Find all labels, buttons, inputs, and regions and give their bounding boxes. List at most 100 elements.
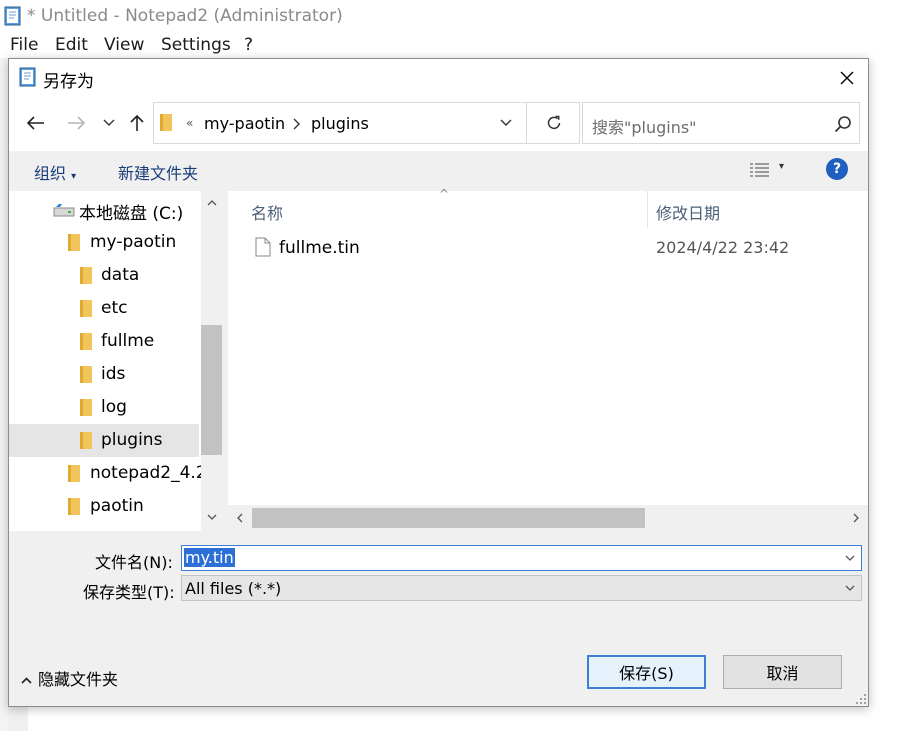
file-icon	[255, 237, 271, 257]
folder-icon	[80, 399, 92, 416]
view-options-button[interactable]: ▾	[749, 161, 793, 181]
save-button[interactable]: 保存(S)	[587, 655, 706, 689]
refresh-button[interactable]	[526, 103, 581, 143]
tree-label: ids	[101, 364, 126, 384]
tree-item-local-disk[interactable]: 本地磁盘 (C:)	[9, 193, 199, 226]
file-list: ^ 名称 修改日期 fullme.tin 2024/4/22 23:42	[228, 187, 868, 531]
menu-help[interactable]: ?	[244, 35, 253, 55]
notepad-titlebar: * Untitled - Notepad2 (Administrator)	[0, 0, 900, 32]
scroll-left-button[interactable]	[232, 509, 248, 527]
tree-label: log	[101, 397, 127, 417]
forward-button[interactable]	[64, 111, 88, 135]
refresh-icon	[547, 115, 561, 130]
help-button[interactable]: ?	[826, 158, 848, 180]
up-button[interactable]	[125, 111, 149, 135]
save-as-dialog: 另存为 « my-paotin plugins 搜索"plugins" 组织 ▾…	[8, 58, 869, 707]
notepad-window-title: * Untitled - Notepad2 (Administrator)	[27, 6, 343, 26]
hide-folders-label: 隐藏文件夹	[38, 670, 119, 689]
navigation-row: « my-paotin plugins 搜索"plugins"	[9, 97, 868, 151]
cancel-button[interactable]: 取消	[723, 655, 842, 689]
filetype-select[interactable]: All files (*.*)	[181, 575, 862, 601]
navigation-tree: 本地磁盘 (C:) my-paotin data etc fullme ids …	[9, 191, 222, 531]
tree-item-notepad2[interactable]: notepad2_4.2.	[9, 457, 212, 490]
dialog-titlebar: 另存为	[9, 59, 868, 97]
chevron-down-icon	[207, 514, 216, 520]
filetype-value: All files (*.*)	[185, 579, 282, 598]
breadcrumb-plugins[interactable]: plugins	[311, 114, 369, 133]
folder-icon	[160, 114, 172, 131]
tree-scrollbar[interactable]	[201, 191, 222, 531]
chevron-down-icon	[845, 585, 855, 591]
resize-grip-icon[interactable]	[855, 693, 867, 705]
menu-edit[interactable]: Edit	[55, 35, 88, 55]
folder-icon	[68, 234, 80, 251]
breadcrumb-my-paotin[interactable]: my-paotin	[204, 114, 285, 133]
filename-input-value[interactable]: my.tin	[184, 548, 235, 567]
close-icon	[840, 71, 854, 85]
tree-item-fullme[interactable]: fullme	[9, 325, 199, 358]
close-button[interactable]	[827, 61, 867, 95]
arrow-up-icon	[130, 114, 144, 131]
notepad-menubar: File Edit View Settings ?	[0, 32, 900, 58]
drive-icon	[53, 204, 75, 217]
address-overflow[interactable]: «	[186, 116, 193, 130]
filename-field[interactable]: my.tin	[181, 545, 862, 571]
menu-file[interactable]: File	[10, 35, 38, 55]
tree-label: fullme	[101, 331, 155, 351]
scroll-down-button[interactable]	[203, 507, 220, 527]
organize-button[interactable]: 组织 ▾	[34, 160, 76, 184]
tree-item-my-paotin[interactable]: my-paotin	[9, 226, 199, 259]
address-dropdown-button[interactable]	[494, 111, 518, 135]
file-name: fullme.tin	[279, 238, 360, 258]
tree-item-ids[interactable]: ids	[9, 358, 199, 391]
tree-label: 本地磁盘 (C:)	[79, 204, 184, 224]
tree-label: etc	[101, 298, 128, 318]
new-folder-button[interactable]: 新建文件夹	[118, 160, 198, 184]
arrow-left-icon	[27, 116, 44, 130]
notepad-margin	[0, 58, 8, 731]
address-bar[interactable]: « my-paotin plugins	[153, 102, 580, 144]
menu-view[interactable]: View	[104, 35, 144, 55]
folder-icon	[68, 498, 80, 515]
tree-label: paotin	[90, 496, 144, 516]
file-modified-date: 2024/4/22 23:42	[656, 238, 790, 257]
notepad-statusbar-fragment	[8, 707, 28, 731]
horizontal-scroll-thumb[interactable]	[252, 508, 645, 528]
tree-item-log[interactable]: log	[9, 391, 199, 424]
file-row[interactable]: fullme.tin 2024/4/22 23:42	[228, 231, 868, 265]
search-box[interactable]: 搜索"plugins"	[582, 102, 860, 144]
filename-label: 文件名(N):	[95, 553, 173, 572]
chevron-down-icon	[500, 119, 512, 126]
filename-history-dropdown[interactable]	[843, 551, 857, 565]
recent-locations-button[interactable]	[97, 111, 121, 135]
file-list-horizontal-scrollbar[interactable]	[228, 505, 868, 531]
tree-item-etc[interactable]: etc	[9, 292, 199, 325]
search-input[interactable]: 搜索"plugins"	[592, 114, 697, 138]
sort-ascending-icon: ^	[439, 187, 450, 201]
search-icon[interactable]	[833, 114, 853, 134]
menu-settings[interactable]: Settings	[161, 35, 231, 55]
tree-item-data[interactable]: data	[9, 259, 199, 292]
dialog-app-icon	[19, 67, 36, 87]
tree-item-plugins[interactable]: plugins	[9, 424, 199, 457]
organize-label: 组织	[34, 164, 67, 183]
folder-icon	[68, 465, 80, 482]
dialog-title: 另存为	[43, 72, 94, 92]
tree-label: my-paotin	[90, 232, 177, 252]
filetype-dropdown-arrow[interactable]	[843, 581, 857, 595]
caret-down-icon: ▾	[71, 171, 77, 182]
chevron-down-icon	[103, 119, 115, 126]
tree-item-paotin[interactable]: paotin	[9, 490, 199, 523]
back-button[interactable]	[24, 111, 48, 135]
filetype-label: 保存类型(T):	[83, 583, 175, 602]
chevron-right-icon	[293, 118, 300, 130]
column-separator[interactable]	[647, 191, 648, 228]
scroll-right-button[interactable]	[848, 509, 864, 527]
command-toolbar: 组织 ▾ 新建文件夹 ▾ ?	[9, 151, 868, 191]
hide-folders-toggle[interactable]: 隐藏文件夹	[21, 666, 118, 690]
tree-scroll-thumb[interactable]	[201, 325, 222, 455]
tree-item-partial[interactable]	[9, 523, 199, 531]
tree-label: plugins	[101, 430, 163, 450]
scroll-up-button[interactable]	[203, 193, 220, 213]
folder-icon	[80, 432, 92, 449]
